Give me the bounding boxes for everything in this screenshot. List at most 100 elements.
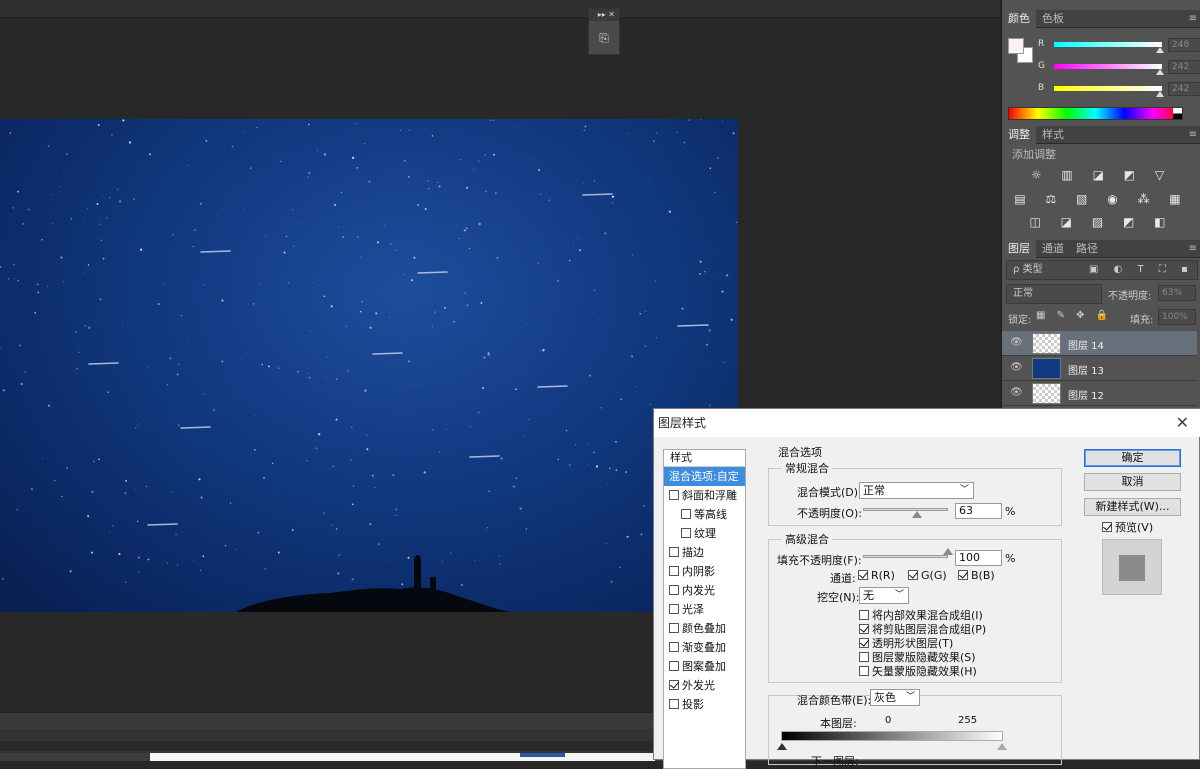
slider-thumb[interactable] <box>1156 69 1164 75</box>
black-point-slider[interactable] <box>777 743 787 750</box>
channel-value[interactable]: 248 <box>1168 38 1200 52</box>
adjustment-icons-row[interactable]: ☼ ▥ ◪ ◩ ▽ <box>1002 168 1200 182</box>
style-list-item[interactable]: 混合选项:自定 <box>664 467 745 486</box>
color-slider-r[interactable]: R 248 <box>1038 38 1200 54</box>
close-icon[interactable]: ✕ <box>1176 409 1189 437</box>
blend-mode-select[interactable]: 正常 <box>1006 284 1102 304</box>
checkbox-icon[interactable] <box>669 661 679 671</box>
style-list-item[interactable]: 光泽 <box>664 600 745 619</box>
tab-paths[interactable]: 路径 <box>1070 240 1104 258</box>
panel-menu-icon[interactable]: ≡ <box>1189 10 1197 28</box>
checkbox-icon[interactable] <box>859 624 869 634</box>
checkbox-icon[interactable] <box>859 652 869 662</box>
new-style-button[interactable]: 新建样式(W)... <box>1084 498 1181 516</box>
collapse-icon[interactable]: ▸▸ <box>598 10 606 19</box>
adjustment-icons-row[interactable]: ◫ ◪ ▨ ◩ ◧ <box>1002 215 1200 229</box>
knockout-select[interactable]: 无 ﹀ <box>859 587 909 604</box>
checkbox-icon[interactable] <box>669 642 679 652</box>
checkbox-icon[interactable] <box>669 547 679 557</box>
filter-kind-select[interactable]: ρ 类型 <box>1013 264 1043 275</box>
checkbox-icon[interactable] <box>681 528 691 538</box>
history-icon[interactable]: ⎘ <box>595 29 613 47</box>
opacity-input[interactable]: 63 <box>955 503 1002 519</box>
preview-checkbox[interactable]: 预览(V) <box>1102 519 1153 535</box>
layer-filter-row[interactable]: ρ 类型 ▣ ◐ T ⛶ ▪ <box>1006 260 1198 280</box>
checkbox-icon[interactable] <box>669 490 679 500</box>
color-spectrum-bar[interactable] <box>1008 107 1183 120</box>
slider-track[interactable] <box>1054 86 1162 91</box>
blend-mode-select[interactable]: 正常 ﹀ <box>859 482 974 499</box>
eye-icon[interactable]: 👁 <box>1010 387 1023 398</box>
tab-color[interactable]: 颜色 <box>1002 10 1036 28</box>
checkbox-icon[interactable] <box>669 699 679 709</box>
fg-bg-swatches[interactable] <box>1008 38 1034 64</box>
checkbox-icon[interactable] <box>858 570 868 580</box>
panel-menu-icon[interactable]: ≡ <box>1189 240 1197 258</box>
style-list-item[interactable]: 描边 <box>664 543 745 562</box>
color-slider-b[interactable]: B 242 <box>1038 82 1200 98</box>
channel-value[interactable]: 242 <box>1168 82 1200 96</box>
channel-r-checkbox[interactable]: R(R) <box>858 569 895 582</box>
style-list-item[interactable]: 内发光 <box>664 581 745 600</box>
this-layer-gradient[interactable] <box>781 731 1003 741</box>
checkbox-icon[interactable] <box>669 566 679 576</box>
fill-opacity-slider[interactable] <box>863 555 948 558</box>
color-slider-g[interactable]: G 242 <box>1038 60 1200 76</box>
slider-thumb[interactable] <box>1156 47 1164 53</box>
checkbox-icon[interactable] <box>669 585 679 595</box>
close-icon[interactable]: ✕ <box>608 10 615 19</box>
layer-row[interactable]: 👁 图层 14 <box>1002 331 1197 356</box>
eye-icon[interactable]: 👁 <box>1010 362 1023 373</box>
style-list-item[interactable]: 外发光 <box>664 676 745 695</box>
checkbox-icon[interactable] <box>1102 522 1112 532</box>
checkbox-icon[interactable] <box>669 623 679 633</box>
style-list-item[interactable]: 纹理 <box>664 524 745 543</box>
checkbox-icon[interactable] <box>669 604 679 614</box>
ok-button[interactable]: 确定 <box>1084 449 1181 467</box>
history-mini-panel[interactable]: ▸▸ ✕ ⎘ <box>588 8 620 55</box>
style-list-item[interactable]: 渐变叠加 <box>664 638 745 657</box>
checkbox-icon[interactable] <box>859 610 869 620</box>
tab-swatches[interactable]: 色板 <box>1036 10 1070 28</box>
opacity-slider-thumb[interactable] <box>911 511 922 518</box>
checkbox-icon[interactable] <box>908 570 918 580</box>
white-point-slider[interactable] <box>997 743 1007 750</box>
style-list-item[interactable]: 内阴影 <box>664 562 745 581</box>
checkbox-icon[interactable] <box>681 509 691 519</box>
style-list-item[interactable]: 颜色叠加 <box>664 619 745 638</box>
tab-adjustments[interactable]: 调整 <box>1002 126 1036 144</box>
slider-thumb[interactable] <box>1156 91 1164 97</box>
checkbox-icon[interactable] <box>859 666 869 676</box>
document-canvas[interactable] <box>0 119 738 612</box>
checkbox-icon[interactable] <box>859 638 869 648</box>
tab-layers[interactable]: 图层 <box>1002 240 1036 258</box>
checkbox-icon[interactable] <box>669 680 679 690</box>
channel-g-checkbox[interactable]: G(G) <box>908 569 947 582</box>
fill-opacity-slider-thumb[interactable] <box>943 548 953 555</box>
checkbox-icon[interactable] <box>958 570 968 580</box>
styles-header[interactable]: 样式 <box>664 450 745 467</box>
channel-value[interactable]: 242 <box>1168 60 1200 74</box>
style-list-item[interactable]: 等高线 <box>664 505 745 524</box>
fill-input[interactable]: 100% <box>1158 309 1196 325</box>
adjustment-icons-row[interactable]: ▤ ⚖ ▧ ◉ ⁂ ▦ <box>1002 192 1200 206</box>
panel-menu-icon[interactable]: ≡ <box>1189 126 1197 144</box>
style-list-item[interactable]: 投影 <box>664 695 745 714</box>
eye-icon[interactable]: 👁 <box>1010 337 1023 348</box>
opacity-slider[interactable] <box>863 508 948 511</box>
tab-styles[interactable]: 样式 <box>1036 126 1070 144</box>
layer-row[interactable]: 👁 图层 12 <box>1002 381 1197 406</box>
channel-b-checkbox[interactable]: B(B) <box>958 569 995 582</box>
layer-row[interactable]: 👁 图层 13 <box>1002 356 1197 381</box>
foreground-color-swatch[interactable] <box>1008 38 1024 54</box>
style-list-item[interactable]: 斜面和浮雕 <box>664 486 745 505</box>
opacity-input[interactable]: 63% <box>1158 285 1196 301</box>
lock-icons[interactable]: ▦ ✎ ✥ 🔒 <box>1036 310 1112 321</box>
blend-if-select[interactable]: 灰色 ﹀ <box>870 689 920 706</box>
advanced-option-checkbox[interactable]: 矢量蒙版隐藏效果(H) <box>859 663 977 679</box>
cancel-button[interactable]: 取消 <box>1084 473 1181 491</box>
filter-icons[interactable]: ▣ ◐ T ⛶ ▪ <box>1089 261 1194 279</box>
fill-opacity-input[interactable]: 100 <box>955 550 1002 566</box>
style-list-item[interactable]: 图案叠加 <box>664 657 745 676</box>
slider-track[interactable] <box>1054 64 1162 69</box>
